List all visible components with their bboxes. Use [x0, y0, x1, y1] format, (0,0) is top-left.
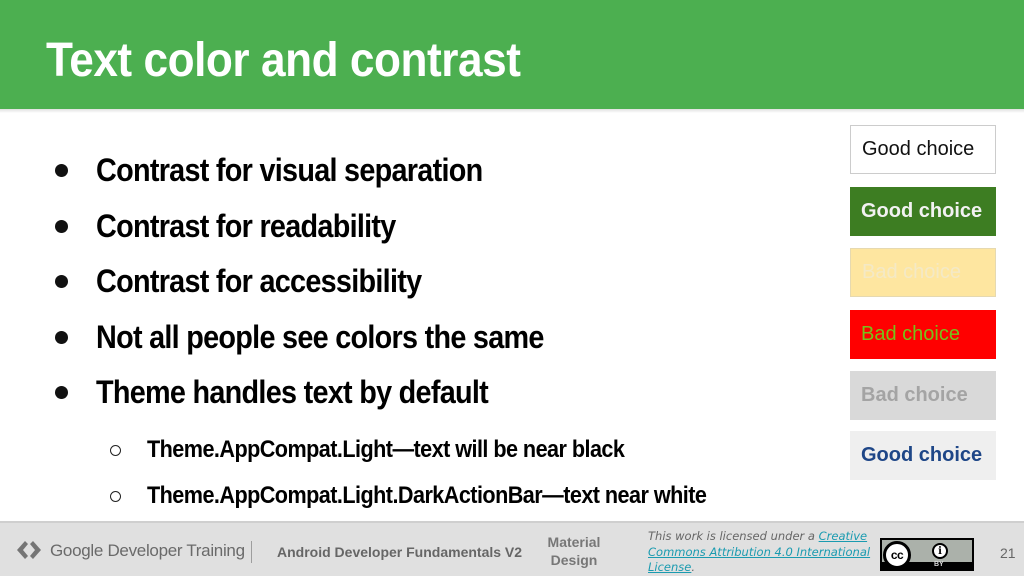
swatch-label: Good choice: [861, 200, 983, 222]
bullet-item: Not all people see colors the same: [55, 317, 593, 357]
bullet-dot-icon: [55, 274, 68, 288]
sub-bullet-item: Theme.AppCompat.Light.DarkActionBar—text…: [110, 479, 768, 513]
bullet-text: Contrast for visual separation: [96, 151, 483, 188]
bullet-text: Theme handles text by default: [96, 373, 489, 410]
sub-bullet-item: Theme.AppCompat.Light—text will be near …: [110, 433, 677, 467]
bullet-item: Contrast for readability: [55, 206, 429, 246]
brand-rest: Developer Training: [103, 541, 245, 560]
page-number: 21: [1000, 545, 1016, 561]
swatch-bad-gray: Bad choice: [850, 371, 996, 420]
by-label: BY: [934, 561, 944, 568]
slide-title: Text color and contrast: [46, 34, 521, 87]
google-developer-training-logo: Google Developer Training: [50, 541, 245, 561]
bullet-dot-icon: [55, 330, 68, 344]
license-suffix: .: [691, 560, 696, 574]
creative-commons-icon: cc: [883, 541, 911, 569]
slide-header: Text color and contrast: [0, 0, 1024, 109]
header-shadow: [0, 109, 1024, 113]
swatch-label: Bad choice: [861, 323, 960, 345]
swatch-bad-red: Bad choice: [850, 310, 996, 359]
bullet-item: Contrast for accessibility: [55, 261, 458, 301]
brand-google: Google: [50, 541, 104, 560]
footer-divider: [251, 541, 252, 563]
section-line-1: Material: [547, 534, 601, 550]
swatch-label: Bad choice: [861, 384, 968, 406]
google-developers-chevrons-icon: [17, 541, 41, 559]
swatch-good-blue: Good choice: [850, 431, 996, 480]
bullet-item: Contrast for visual separation: [55, 150, 525, 190]
sub-bullet-text: Theme.AppCompat.Light—text will be near …: [147, 436, 625, 463]
bullet-dot-icon: [55, 385, 68, 399]
sub-bullet-ring-icon: [110, 444, 121, 456]
course-title: Android Developer Fundamentals V2: [277, 544, 523, 560]
section-name: Material Design: [540, 533, 608, 569]
swatch-bad-yellow: Bad choice: [850, 248, 996, 297]
swatch-label: Bad choice: [862, 261, 961, 283]
swatch-good-white: Good choice: [850, 125, 996, 174]
bullet-text: Contrast for readability: [96, 207, 396, 244]
bullet-item: Theme handles text by default: [55, 372, 532, 412]
cc-by-badge[interactable]: cc i BY: [880, 538, 974, 571]
slide-footer: Google Developer Training Android Develo…: [0, 521, 1024, 576]
swatch-good-green: Good choice: [850, 187, 996, 236]
swatch-label: Good choice: [861, 444, 983, 466]
bullet-dot-icon: [55, 163, 68, 177]
attribution-icon: i: [932, 543, 948, 559]
license-prefix: This work is licensed under a: [648, 529, 819, 543]
section-line-2: Design: [550, 552, 598, 568]
license-notice: This work is licensed under a Creative C…: [648, 529, 873, 576]
bullet-text: Not all people see colors the same: [96, 318, 544, 355]
bullet-dot-icon: [55, 219, 68, 233]
bullet-text: Contrast for accessibility: [96, 262, 422, 299]
swatch-label: Good choice: [862, 138, 975, 160]
sub-bullet-text: Theme.AppCompat.Light.DarkActionBar—text…: [147, 482, 707, 509]
sub-bullet-ring-icon: [110, 490, 121, 502]
